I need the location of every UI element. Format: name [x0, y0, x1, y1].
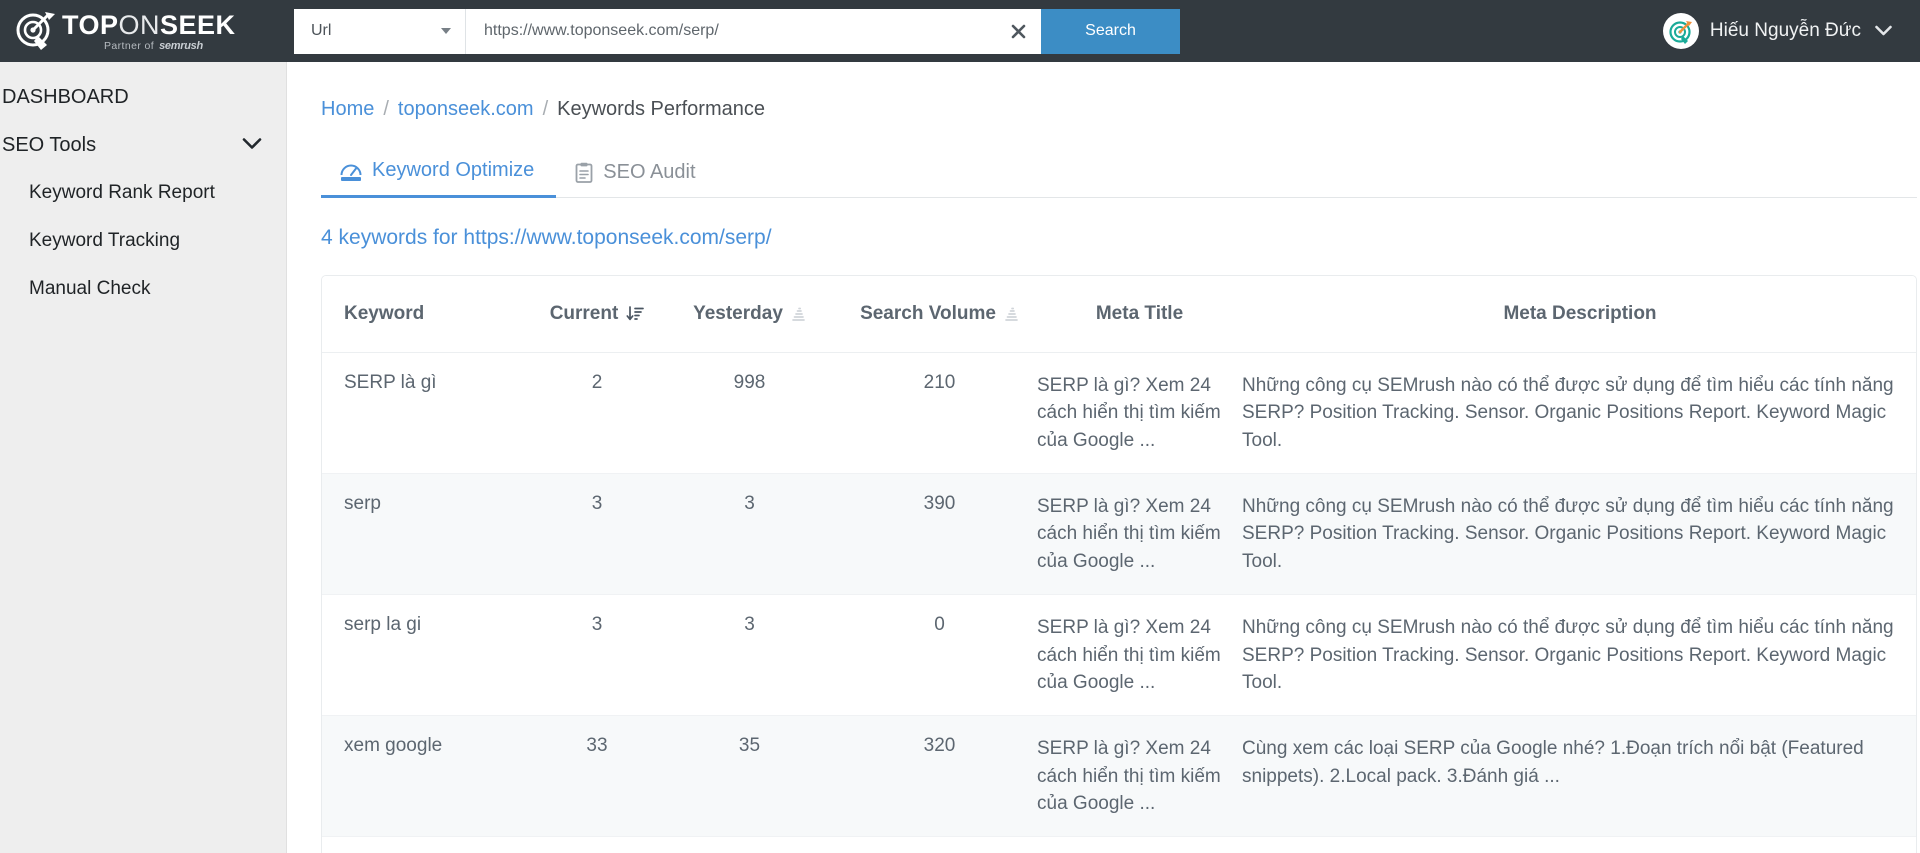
cell-meta-description: Cùng xem các loại SERP của Google nhé? 1… [1242, 715, 1916, 838]
chevron-down-icon [441, 28, 451, 34]
table-header-row: Keyword Current Yesterday Search Volume … [322, 276, 1916, 353]
cell-meta-description: Những công cụ SEMrush nào có thể được sử… [1242, 594, 1916, 717]
cell-keyword: SERP là gì [322, 352, 537, 475]
main-content: Home / toponseek.com / Keywords Performa… [288, 62, 1920, 853]
search-type-value: Url [311, 22, 332, 39]
sidebar-item-manual-check[interactable]: Manual Check [0, 265, 286, 313]
table-row[interactable]: serp la gi 3 3 0 SERP là gì? Xem 24 cách… [322, 594, 1916, 717]
cell-meta-description: Những công cụ SEMrush nào có thể được sử… [1242, 473, 1916, 596]
cell-keyword: serp [322, 473, 537, 596]
tab-keyword-optimize[interactable]: Keyword Optimize [321, 149, 557, 198]
cell-meta-title: SERP là gì? Xem 24 cách hiển thị tìm kiế… [1037, 594, 1242, 717]
search-type-select[interactable]: Url [294, 8, 466, 54]
column-header-label: Meta Title [1095, 303, 1184, 324]
column-header-label: Meta Description [1503, 303, 1657, 324]
clear-search-button[interactable] [995, 8, 1041, 54]
clipboard-icon [574, 162, 594, 184]
sidebar-item-dashboard[interactable]: DASHBOARD [0, 73, 286, 121]
column-header-label: Current [549, 303, 619, 324]
breadcrumb-current: Keywords Performance [557, 98, 765, 120]
sidebar: DASHBOARD SEO Tools Keyword Rank Report … [0, 62, 287, 853]
table-row[interactable]: serp 3 3 390 SERP là gì? Xem 24 cách hiể… [322, 473, 1916, 596]
cell-current: 3 [537, 473, 657, 596]
cell-search-volume: 320 [842, 715, 1037, 838]
cell-current: 33 [537, 715, 657, 838]
top-bar: TOPONSEEK Partner of semrush Url Search [0, 0, 1920, 62]
column-header-keyword: Keyword [322, 276, 537, 353]
sidebar-item-label: SEO Tools [2, 133, 97, 156]
column-header-meta-title: Meta Title [1037, 276, 1242, 353]
sort-icon [791, 307, 806, 322]
cell-current: 2 [537, 352, 657, 475]
tab-label: SEO Audit [603, 161, 696, 183]
cell-yesterday: 3 [657, 594, 842, 717]
chevron-down-icon [242, 137, 262, 154]
table-row[interactable]: SERP là gì 2 998 210 SERP là gì? Xem 24 … [322, 352, 1916, 475]
search-bar: Url Search [294, 8, 1180, 54]
brand-logo[interactable]: TOPONSEEK Partner of semrush [0, 0, 287, 62]
breadcrumb-site[interactable]: toponseek.com [398, 98, 534, 121]
partner-label: Partner of [104, 39, 155, 52]
cell-meta-title: SERP là gì? Xem 24 cách hiển thị tìm kiế… [1037, 352, 1242, 475]
cell-keyword: serp la gi [322, 594, 537, 717]
breadcrumb-separator: / [542, 98, 549, 120]
sort-icon [1004, 307, 1019, 322]
chevron-down-icon [1875, 23, 1892, 40]
tab-seo-audit[interactable]: SEO Audit [556, 151, 717, 197]
result-count: 4 keywords for https://www.toponseek.com… [321, 226, 772, 249]
search-button[interactable]: Search [1041, 8, 1180, 54]
user-menu[interactable]: Hiếu Nguyễn Đức [1662, 13, 1920, 49]
cell-search-volume: 210 [842, 352, 1037, 475]
sidebar-item-label: Keyword Rank Report [29, 182, 215, 203]
breadcrumb-separator: / [383, 98, 389, 120]
cell-yesterday: 35 [657, 715, 842, 838]
sidebar-item-label: Manual Check [29, 278, 151, 299]
cell-search-volume: 0 [842, 594, 1037, 717]
sidebar-item-seo-tools[interactable]: SEO Tools [0, 121, 286, 169]
table-footer [322, 837, 1916, 853]
sidebar-item-label: DASHBOARD [2, 85, 129, 108]
cell-search-volume: 390 [842, 473, 1037, 596]
table-row[interactable]: xem google 33 35 320 SERP là gì? Xem 24 … [322, 715, 1916, 838]
column-header-search-volume[interactable]: Search Volume [842, 276, 1037, 353]
column-header-label: Search Volume [860, 303, 996, 324]
keywords-table-card: Keyword Current Yesterday Search Volume … [321, 275, 1917, 853]
cell-keyword: xem google [322, 715, 537, 838]
search-input[interactable] [466, 8, 995, 54]
cell-meta-title: SERP là gì? Xem 24 cách hiển thị tìm kiế… [1037, 715, 1242, 838]
logo-wordmark: TOPONSEEK [62, 9, 236, 40]
tab-bar: Keyword Optimize SEO Audit [321, 149, 1917, 198]
sidebar-item-keyword-rank-report[interactable]: Keyword Rank Report [0, 169, 286, 217]
cell-current: 3 [537, 594, 657, 717]
column-header-meta-description: Meta Description [1242, 276, 1916, 353]
sidebar-item-label: Keyword Tracking [29, 230, 181, 251]
sidebar-item-keyword-tracking[interactable]: Keyword Tracking [0, 217, 286, 265]
breadcrumb-home[interactable]: Home [321, 98, 374, 121]
cell-meta-description: Những công cụ SEMrush nào có thể được sử… [1242, 352, 1916, 475]
cell-meta-title: SERP là gì? Xem 24 cách hiển thị tìm kiế… [1037, 473, 1242, 596]
user-name: Hiếu Nguyễn Đức [1709, 20, 1861, 41]
semrush-logo: semrush [159, 39, 203, 52]
sort-desc-icon [626, 306, 645, 322]
cell-yesterday: 3 [657, 473, 842, 596]
partner-line: Partner of semrush [104, 40, 236, 52]
column-header-current[interactable]: Current [537, 276, 657, 353]
tab-label: Keyword Optimize [372, 159, 535, 181]
keywords-table: Keyword Current Yesterday Search Volume … [322, 276, 1916, 838]
column-header-label: Keyword [344, 303, 425, 324]
cell-yesterday: 998 [657, 352, 842, 475]
column-header-yesterday[interactable]: Yesterday [657, 276, 842, 353]
avatar [1662, 13, 1699, 49]
toponseek-logo-icon [14, 9, 60, 53]
breadcrumb: Home / toponseek.com / Keywords Performa… [321, 98, 1896, 121]
keyword-gauge-icon [339, 160, 363, 182]
column-header-label: Yesterday [693, 303, 783, 324]
